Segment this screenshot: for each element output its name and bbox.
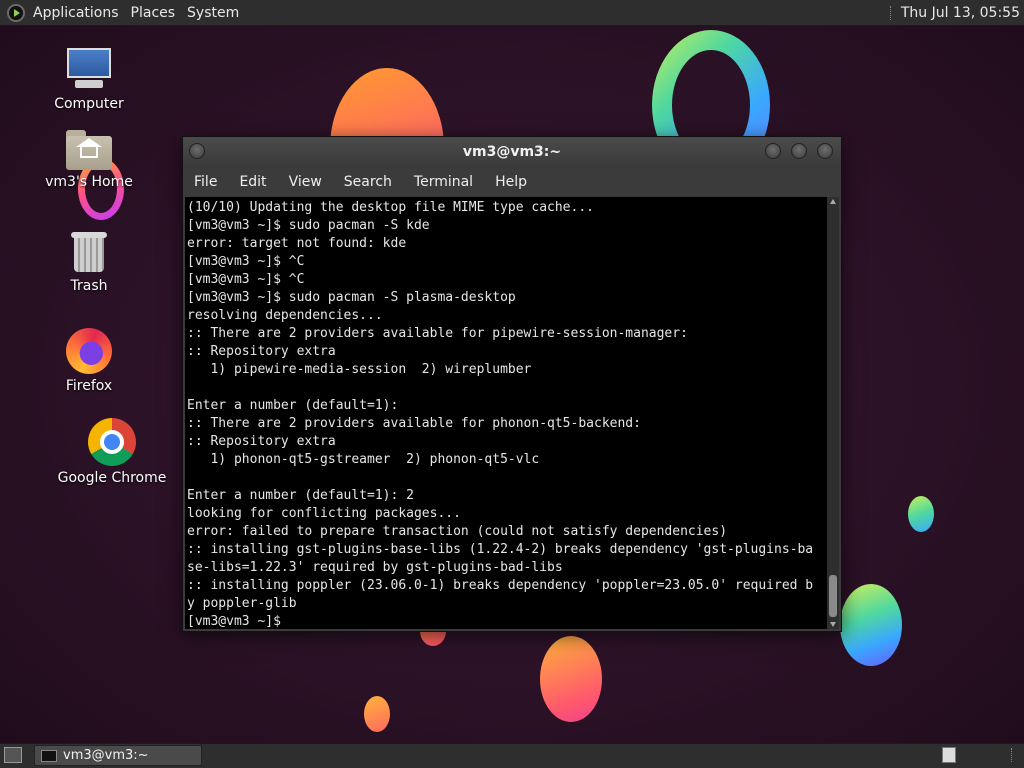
wallpaper-orange-blob [540,636,602,722]
desktop-icon-home[interactable]: vm3's Home [34,130,144,190]
taskbar-label: vm3@vm3:~ [63,748,149,763]
show-desktop-icon[interactable] [4,747,22,763]
scrollbar-thumb[interactable] [829,575,837,617]
terminal-icon [41,749,57,762]
desktop-icon-label: vm3's Home [45,174,133,190]
firefox-icon [66,328,112,374]
window-titlebar[interactable]: vm3@vm3:~ [183,137,841,167]
close-button[interactable] [817,143,833,159]
scroll-up-icon[interactable] [830,199,836,204]
scroll-down-icon[interactable] [830,622,836,627]
terminal-scrollbar[interactable] [827,197,839,629]
desktop-icon-label: Firefox [65,378,113,394]
menu-view[interactable]: View [278,174,333,190]
taskbar-terminal-button[interactable]: vm3@vm3:~ [34,745,202,766]
menu-help[interactable]: Help [484,174,538,190]
panel-separator [889,5,893,20]
desktop-icon-label: Computer [54,96,124,112]
home-folder-icon [66,130,112,170]
trash-icon [71,230,107,274]
clock[interactable]: Thu Jul 13, 05:55 [901,5,1020,21]
menu-edit[interactable]: Edit [228,174,277,190]
bottom-panel: vm3@vm3:~ [0,743,1024,768]
wallpaper-small-blob [364,696,390,732]
computer-icon [65,46,113,92]
desktop-icon-label: Trash [70,278,108,294]
panel-separator [1011,748,1014,762]
workspace-switcher[interactable] [942,747,956,763]
terminal-window[interactable]: vm3@vm3:~ File Edit View Search Terminal… [182,136,842,632]
desktop-icon-computer[interactable]: Computer [34,46,144,112]
terminal-menubar: File Edit View Search Terminal Help [183,167,841,197]
minimize-button[interactable] [765,143,781,159]
applications-menu[interactable]: Applications [29,5,127,21]
menu-terminal[interactable]: Terminal [403,174,484,190]
desktop-icon-label: Google Chrome [57,470,167,486]
desktop-icon-trash[interactable]: Trash [34,230,144,294]
menu-search[interactable]: Search [333,174,403,190]
terminal-output[interactable]: (10/10) Updating the desktop file MIME t… [185,197,827,629]
top-panel: Applications Places System Thu Jul 13, 0… [0,0,1024,26]
system-menu[interactable]: System [183,5,247,21]
terminal-text: (10/10) Updating the desktop file MIME t… [187,200,814,629]
window-title: vm3@vm3:~ [462,144,562,160]
wallpaper-small-blob [908,496,934,532]
menu-file[interactable]: File [183,174,228,190]
desktop-icon-firefox[interactable]: Firefox [34,328,144,394]
desktop-icon-chrome[interactable]: Google Chrome [56,418,168,486]
menu-logo-icon[interactable] [7,3,25,22]
wallpaper-blue-blob [840,584,902,666]
chrome-icon [88,418,136,466]
places-menu[interactable]: Places [127,5,184,21]
maximize-button[interactable] [791,143,807,159]
